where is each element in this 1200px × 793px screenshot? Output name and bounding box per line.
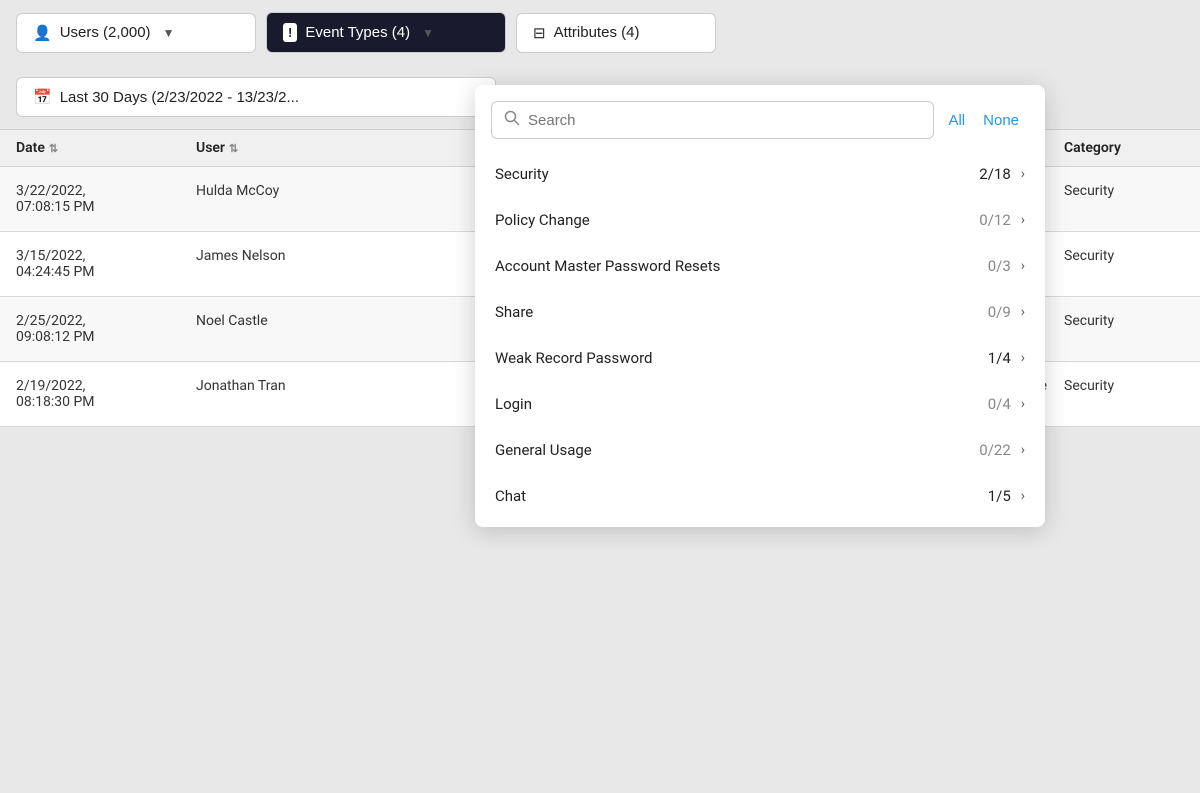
dropdown-item[interactable]: Chat 1/5 › xyxy=(475,473,1045,519)
dropdown-item-count: 0/9 xyxy=(988,303,1011,321)
user-col-header[interactable]: User ⇅ xyxy=(196,140,396,156)
dropdown-item-right: 0/9 › xyxy=(988,303,1025,321)
dropdown-item-count: 2/18 xyxy=(979,165,1010,183)
user-sort-icon: ⇅ xyxy=(229,142,238,155)
dropdown-list: Security 2/18 › Policy Change 0/12 › Acc… xyxy=(475,147,1045,527)
calendar-icon: 📅 xyxy=(33,88,52,106)
chevron-right-icon: › xyxy=(1021,212,1025,228)
dropdown-item[interactable]: Login 0/4 › xyxy=(475,381,1045,427)
dropdown-item-count: 1/4 xyxy=(988,349,1011,367)
dropdown-item-right: 0/4 › xyxy=(988,395,1025,413)
row4-category: Security xyxy=(1064,378,1184,410)
row4-date: 2/19/2022, 08:18:30 PM xyxy=(16,378,196,410)
chevron-right-icon: › xyxy=(1021,258,1025,274)
dropdown-item-count: 0/12 xyxy=(979,211,1010,229)
date-range-button[interactable]: 📅 Last 30 Days (2/23/2022 - 13/23/2... xyxy=(16,77,496,117)
attrs-filter-label: Attributes (4) xyxy=(554,24,640,41)
date-sort-icon: ⇅ xyxy=(49,142,58,155)
chevron-right-icon: › xyxy=(1021,442,1025,458)
dropdown-item-right: 0/3 › xyxy=(988,257,1025,275)
dropdown-item-label: Security xyxy=(495,165,549,183)
dropdown-item-count: 0/22 xyxy=(979,441,1010,459)
dropdown-item[interactable]: Account Master Password Resets 0/3 › xyxy=(475,243,1045,289)
search-box[interactable] xyxy=(491,101,934,139)
users-filter-label: Users (2,000) xyxy=(60,24,151,41)
row1-user: Hulda McCoy xyxy=(196,183,396,215)
events-filter-button[interactable]: ! Event Types (4) ▼ xyxy=(266,12,506,53)
filter-icon: ⊟ xyxy=(533,24,546,42)
row4-user: Jonathan Tran xyxy=(196,378,396,410)
date-range-label: Last 30 Days (2/23/2022 - 13/23/2... xyxy=(60,89,299,106)
chevron-right-icon: › xyxy=(1021,350,1025,366)
chevron-right-icon: › xyxy=(1021,166,1025,182)
attrs-filter-button[interactable]: ⊟ Attributes (4) xyxy=(516,13,716,53)
none-button[interactable]: None xyxy=(977,108,1025,133)
dropdown-item-right: 0/22 › xyxy=(979,441,1025,459)
dropdown-item[interactable]: Share 0/9 › xyxy=(475,289,1045,335)
search-input[interactable] xyxy=(528,112,921,129)
event-types-dropdown: All None Security 2/18 › Policy Change 0… xyxy=(475,85,1045,527)
dropdown-search-row: All None xyxy=(475,85,1045,147)
date-col-header[interactable]: Date ⇅ xyxy=(16,140,196,156)
chevron-right-icon: › xyxy=(1021,396,1025,412)
dropdown-item-label: General Usage xyxy=(495,441,592,459)
all-none-controls: All None xyxy=(942,108,1029,133)
dropdown-item-count: 1/5 xyxy=(988,487,1011,505)
search-icon xyxy=(504,110,520,130)
row3-user: Noel Castle xyxy=(196,313,396,345)
events-filter-label: Event Types (4) xyxy=(305,24,410,41)
category-col-header: Category xyxy=(1064,140,1184,156)
dropdown-item[interactable]: Policy Change 0/12 › xyxy=(475,197,1045,243)
dropdown-item-right: 1/5 › xyxy=(988,487,1025,505)
dropdown-item[interactable]: General Usage 0/22 › xyxy=(475,427,1045,473)
row3-date: 2/25/2022, 09:08:12 PM xyxy=(16,313,196,345)
dropdown-item-right: 1/4 › xyxy=(988,349,1025,367)
dropdown-item-label: Weak Record Password xyxy=(495,349,653,367)
dropdown-item-count: 0/4 xyxy=(988,395,1011,413)
dropdown-item-label: Chat xyxy=(495,487,526,505)
row1-category: Security xyxy=(1064,183,1184,215)
row2-date: 3/15/2022, 04:24:45 PM xyxy=(16,248,196,280)
row1-date: 3/22/2022, 07:08:15 PM xyxy=(16,183,196,215)
dropdown-item-label: Login xyxy=(495,395,532,413)
filter-bar: 👤 Users (2,000) ▼ ! Event Types (4) ▼ ⊟ … xyxy=(0,0,1200,65)
events-chevron-icon: ▼ xyxy=(422,26,434,40)
row2-category: Security xyxy=(1064,248,1184,280)
dropdown-item-label: Account Master Password Resets xyxy=(495,257,720,275)
all-button[interactable]: All xyxy=(942,108,971,133)
dropdown-item[interactable]: Weak Record Password 1/4 › xyxy=(475,335,1045,381)
chevron-right-icon: › xyxy=(1021,304,1025,320)
dropdown-item-right: 2/18 › xyxy=(979,165,1025,183)
chevron-right-icon: › xyxy=(1021,488,1025,504)
row2-user: James Nelson xyxy=(196,248,396,280)
user-icon: 👤 xyxy=(33,24,52,42)
users-filter-button[interactable]: 👤 Users (2,000) ▼ xyxy=(16,13,256,53)
dropdown-item-label: Share xyxy=(495,303,533,321)
dropdown-item-right: 0/12 › xyxy=(979,211,1025,229)
row3-category: Security xyxy=(1064,313,1184,345)
dropdown-item-label: Policy Change xyxy=(495,211,590,229)
dropdown-item[interactable]: Security 2/18 › xyxy=(475,151,1045,197)
users-chevron-icon: ▼ xyxy=(163,26,175,40)
exclaim-icon: ! xyxy=(283,23,297,42)
dropdown-item-count: 0/3 xyxy=(988,257,1011,275)
